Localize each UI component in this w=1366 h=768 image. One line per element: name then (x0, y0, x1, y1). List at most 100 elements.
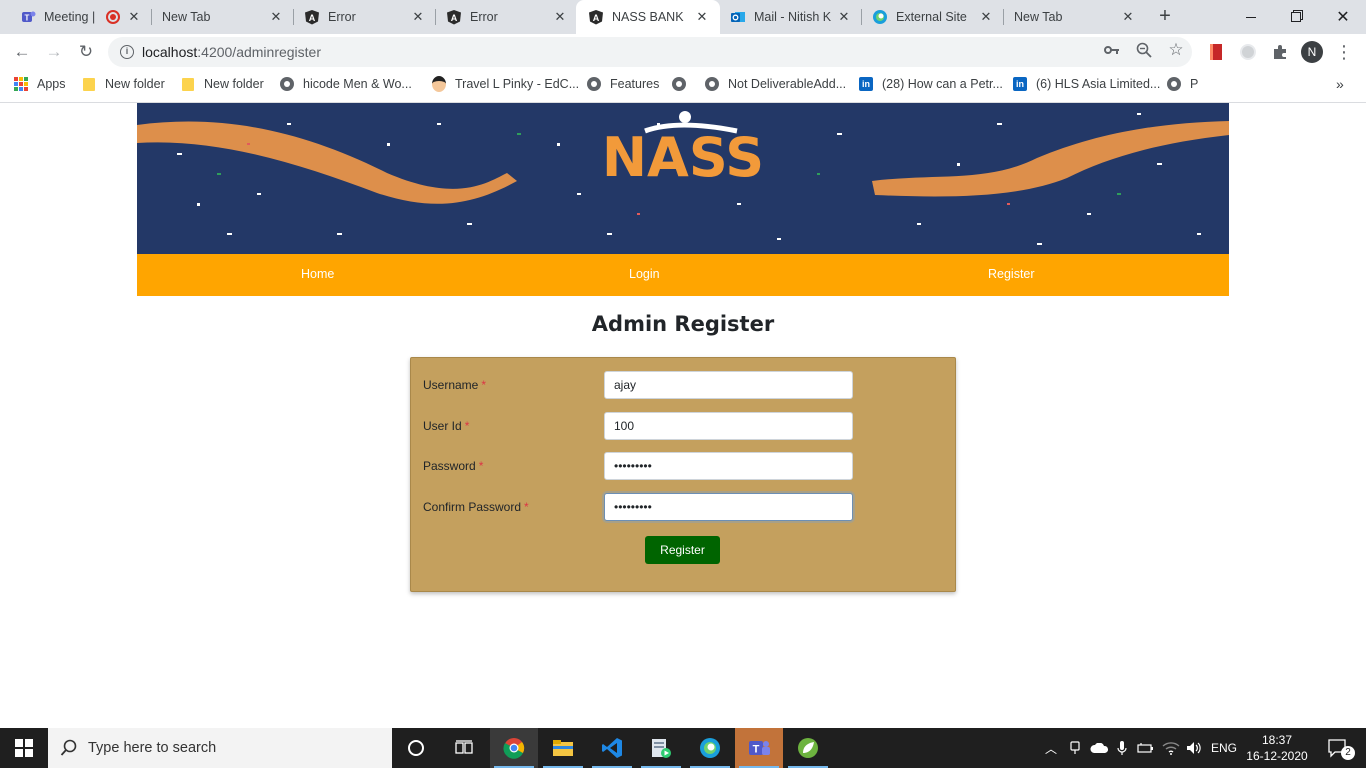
extension-grey-icon[interactable] (1234, 38, 1262, 66)
tab-close-icon[interactable]: ✕ (694, 9, 710, 25)
bookmark-features[interactable]: Features (587, 74, 659, 94)
browser-tab-strip: T Meeting | ✕ New Tab ✕ A Error ✕ A Erro… (0, 0, 1366, 34)
key-icon[interactable] (1100, 38, 1124, 62)
nav-login-link[interactable]: Login (629, 267, 660, 281)
taskbar-teams[interactable]: T (735, 728, 783, 768)
userid-label: User Id * (423, 419, 470, 433)
input-language-indicator[interactable]: ENG (1206, 728, 1242, 768)
address-bar[interactable]: i localhost:4200/adminregister (108, 37, 1192, 67)
spring-leaf-icon (798, 738, 818, 758)
tab-close-icon[interactable]: ✕ (1120, 9, 1136, 25)
profile-avatar[interactable]: N (1298, 38, 1326, 66)
username-input[interactable] (604, 371, 853, 399)
tab-close-icon[interactable]: ✕ (268, 9, 284, 25)
cortana-circle-icon (408, 740, 424, 756)
taskbar-file-explorer[interactable] (539, 728, 587, 768)
angular-icon: A (446, 9, 462, 25)
bookmark-globe[interactable] (672, 74, 695, 94)
reload-button[interactable]: ↻ (72, 38, 100, 66)
bookmark-star-icon[interactable]: ☆ (1164, 38, 1188, 62)
start-button[interactable] (0, 728, 48, 768)
extension-red-icon[interactable] (1202, 38, 1230, 66)
bookmark-hicode[interactable]: hicode Men & Wo... (280, 74, 412, 94)
new-tab-button[interactable]: + (1154, 6, 1176, 28)
microphone-icon[interactable] (1114, 728, 1130, 768)
bookmark-p[interactable]: P (1167, 74, 1198, 94)
extensions-puzzle-icon[interactable] (1266, 38, 1294, 66)
nass-banner: NASS (137, 103, 1229, 254)
tab-close-icon[interactable]: ✕ (552, 9, 568, 25)
tab-new-tab-2[interactable]: New Tab ✕ (1002, 0, 1146, 34)
taskbar-search-box[interactable]: Type here to search (48, 728, 392, 768)
restore-icon (1291, 9, 1303, 25)
taskbar-edge[interactable] (686, 728, 734, 768)
task-view-icon (455, 740, 473, 754)
task-view-button[interactable] (440, 728, 488, 768)
windows-logo-icon (15, 739, 33, 757)
tab-new-tab-1[interactable]: New Tab ✕ (150, 0, 294, 34)
globe-icon (1167, 77, 1181, 91)
close-window-button[interactable]: ✕ (1320, 0, 1366, 34)
globe-icon (587, 77, 601, 91)
bookmark-travel[interactable]: Travel L Pinky - EdC... (432, 74, 579, 94)
tray-overflow-chevron-icon[interactable]: ︿ (1042, 728, 1060, 768)
tab-close-icon[interactable]: ✕ (978, 9, 994, 25)
edge-icon (872, 9, 888, 25)
site-navbar: Home Login Register (137, 254, 1229, 296)
globe-icon (672, 77, 686, 91)
battery-icon[interactable] (1136, 728, 1156, 768)
notification-center-button[interactable]: 2 (1318, 728, 1358, 768)
register-button[interactable]: Register (645, 536, 720, 564)
folder-icon (181, 77, 195, 91)
back-button[interactable]: ← (8, 38, 36, 66)
svg-text:T: T (753, 744, 760, 756)
minimize-button[interactable] (1228, 0, 1274, 34)
menu-kebab-icon[interactable]: ⋮ (1330, 38, 1358, 66)
taskbar-media-app[interactable] (637, 728, 685, 768)
nav-register-link[interactable]: Register (988, 267, 1035, 281)
taskbar-vscode[interactable] (588, 728, 636, 768)
bookmark-linkedin-1[interactable]: in (28) How can a Petr... (859, 74, 1003, 94)
bookmark-apps[interactable]: Apps (14, 74, 66, 94)
restore-button[interactable] (1274, 0, 1320, 34)
taskbar-spring-app[interactable] (784, 728, 832, 768)
info-icon[interactable]: i (120, 45, 134, 59)
forward-arrow-icon: → (45, 42, 63, 61)
bookmark-folder-1[interactable]: New folder (82, 74, 165, 94)
zoom-icon[interactable] (1132, 38, 1156, 62)
tab-close-icon[interactable]: ✕ (836, 9, 852, 25)
tab-meeting[interactable]: T Meeting | ✕ (8, 0, 152, 34)
avatar-icon (432, 76, 446, 92)
confirm-password-input[interactable] (604, 493, 853, 521)
userid-input[interactable] (604, 412, 853, 440)
bookmark-not-deliverable[interactable]: Not DeliverableAdd... (705, 74, 846, 94)
bookmarks-overflow-icon[interactable]: » (1336, 74, 1344, 94)
teams-icon: T (20, 9, 36, 25)
cortana-button[interactable] (392, 728, 440, 768)
required-mark: * (478, 459, 484, 473)
tab-external-site[interactable]: External Site ✕ (860, 0, 1004, 34)
globe-icon (705, 77, 719, 91)
page-content: NASS Home Login Register Admin Register … (0, 102, 1366, 728)
tab-error-2[interactable]: A Error ✕ (434, 0, 578, 34)
volume-icon[interactable] (1184, 728, 1206, 768)
linkedin-icon: in (859, 77, 873, 91)
bookmark-folder-2[interactable]: New folder (181, 74, 264, 94)
tray-location-icon[interactable] (1066, 728, 1084, 768)
tab-error-1[interactable]: A Error ✕ (292, 0, 436, 34)
forward-button[interactable]: → (40, 38, 68, 66)
svg-text:T: T (25, 14, 30, 23)
tab-close-icon[interactable]: ✕ (410, 9, 426, 25)
svg-text:A: A (451, 13, 458, 23)
apps-grid-icon (14, 77, 28, 91)
nav-home-link[interactable]: Home (301, 267, 334, 281)
password-input[interactable] (604, 452, 853, 480)
taskbar-clock[interactable]: 18:37 16-12-2020 (1244, 732, 1310, 764)
onedrive-cloud-icon[interactable] (1088, 728, 1110, 768)
tab-mail[interactable]: Mail - Nitish K ✕ (718, 0, 862, 34)
tab-close-icon[interactable]: ✕ (126, 9, 142, 25)
wifi-icon[interactable] (1160, 728, 1182, 768)
tab-nass-bank[interactable]: A NASS BANK ✕ (576, 0, 720, 34)
taskbar-chrome[interactable] (490, 728, 538, 768)
bookmark-linkedin-2[interactable]: in (6) HLS Asia Limited... (1013, 74, 1160, 94)
